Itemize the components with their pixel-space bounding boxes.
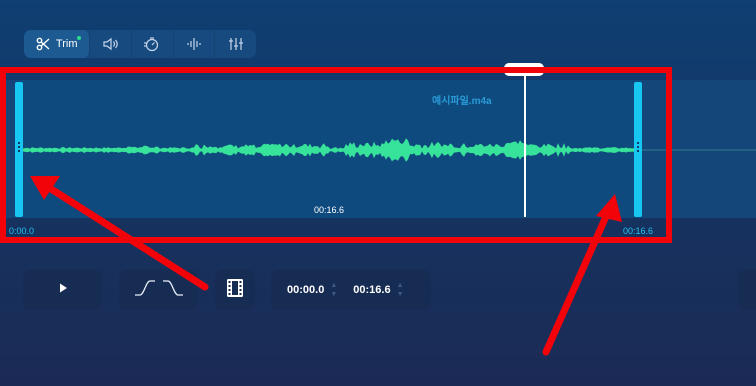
trim-start-stepper[interactable]: ▲ ▼ bbox=[330, 282, 337, 298]
speed-tab[interactable] bbox=[131, 30, 173, 58]
fade-controls bbox=[119, 270, 198, 310]
fade-out-icon[interactable] bbox=[162, 279, 184, 302]
scissors-icon bbox=[36, 37, 50, 51]
trim-end-input[interactable]: 00:16.6 bbox=[353, 284, 390, 296]
trim-end-stepper[interactable]: ▲ ▼ bbox=[397, 282, 404, 298]
annotation-highlight-box bbox=[0, 67, 672, 243]
trim-tab[interactable]: Trim bbox=[24, 30, 90, 58]
trim-label: Trim bbox=[55, 38, 78, 50]
play-button[interactable] bbox=[23, 270, 102, 310]
play-icon bbox=[57, 281, 69, 299]
volume-tab[interactable] bbox=[89, 30, 131, 58]
save-panel-edge[interactable] bbox=[738, 270, 756, 310]
fade-in-icon[interactable] bbox=[134, 279, 156, 302]
tool-toolbar: Trim bbox=[24, 30, 256, 58]
waveform-tab[interactable] bbox=[172, 30, 215, 58]
step-up-icon[interactable]: ▲ bbox=[330, 282, 337, 289]
step-up-icon[interactable]: ▲ bbox=[397, 282, 404, 289]
volume-icon bbox=[102, 37, 120, 51]
waveform-icon bbox=[185, 37, 203, 51]
equalizer-tab[interactable] bbox=[214, 30, 256, 58]
step-down-icon[interactable]: ▼ bbox=[330, 291, 337, 298]
active-indicator-dot bbox=[77, 36, 82, 40]
equalizer-icon bbox=[227, 37, 245, 51]
film-split-icon bbox=[226, 278, 244, 303]
step-down-icon[interactable]: ▼ bbox=[397, 291, 404, 298]
trim-start-input[interactable]: 00:00.0 bbox=[287, 284, 324, 296]
trim-time-inputs: 00:00.0 ▲ ▼ 00:16.6 ▲ ▼ bbox=[271, 270, 431, 310]
split-button[interactable] bbox=[215, 270, 255, 310]
speed-timer-icon bbox=[143, 36, 161, 52]
